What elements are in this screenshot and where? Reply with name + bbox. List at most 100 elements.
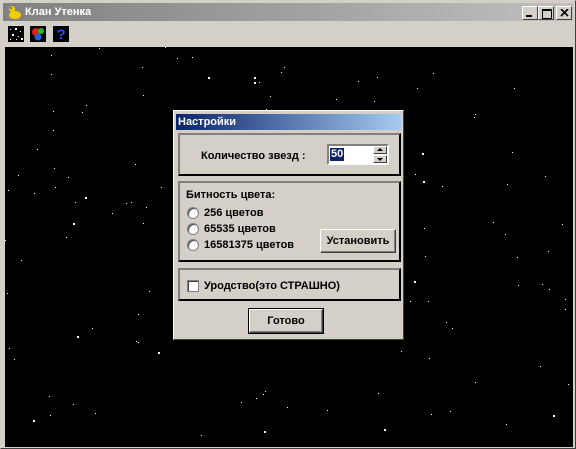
- star: [422, 153, 424, 155]
- stars-button[interactable]: [8, 26, 24, 42]
- star: [55, 187, 56, 188]
- option-16581375-label[interactable]: 16581375 цветов: [204, 239, 294, 252]
- star: [450, 411, 451, 412]
- minimize-icon: [526, 15, 532, 17]
- star: [66, 237, 67, 238]
- radio-16581375[interactable]: [187, 239, 199, 251]
- done-button[interactable]: Готово: [248, 308, 324, 334]
- star: [7, 293, 8, 294]
- star: [505, 234, 506, 235]
- star: [8, 190, 9, 191]
- maximize-button[interactable]: [538, 6, 554, 20]
- star: [51, 55, 52, 56]
- arrow-up-icon: [377, 148, 383, 151]
- star: [112, 213, 113, 214]
- star: [37, 149, 38, 150]
- star: [493, 222, 494, 223]
- star: [507, 184, 508, 185]
- star: [423, 181, 425, 183]
- star: [75, 202, 76, 203]
- star: [143, 223, 144, 224]
- spin-up-button[interactable]: [373, 146, 387, 154]
- star: [327, 410, 328, 411]
- star: [146, 207, 147, 208]
- stars-count-spinner[interactable]: 50: [327, 144, 389, 165]
- radio-65535[interactable]: [187, 223, 199, 235]
- ugly-group: Уродство(это СТРАШНО): [178, 268, 401, 301]
- star: [514, 88, 515, 89]
- colors-icon: [30, 26, 46, 42]
- app-window: Клан Утенка ? Настройки Количество звезд…: [0, 0, 576, 449]
- star: [18, 175, 19, 176]
- help-icon: ?: [53, 26, 69, 42]
- star: [92, 328, 93, 329]
- star: [417, 88, 418, 89]
- star: [548, 251, 549, 252]
- star: [442, 186, 443, 187]
- star: [177, 58, 178, 59]
- window-title: Клан Утенка: [25, 6, 92, 18]
- dialog-title[interactable]: Настройки: [176, 114, 401, 130]
- star: [384, 429, 386, 431]
- colors-button[interactable]: [30, 26, 46, 42]
- star: [506, 424, 507, 425]
- spin-down-button[interactable]: [373, 155, 387, 163]
- star: [433, 73, 434, 74]
- star: [149, 291, 150, 292]
- star: [542, 284, 543, 285]
- star: [565, 299, 566, 300]
- star: [136, 341, 137, 342]
- star: [565, 309, 566, 310]
- option-65535-label[interactable]: 65535 цветов: [204, 223, 276, 236]
- option-256-label[interactable]: 256 цветов: [204, 207, 264, 220]
- help-button[interactable]: ?: [53, 26, 69, 42]
- star: [68, 177, 69, 178]
- star: [135, 164, 136, 165]
- title-bar[interactable]: Клан Утенка: [3, 3, 573, 21]
- stars-icon: [8, 26, 24, 42]
- star: [53, 130, 54, 131]
- minimize-button[interactable]: [522, 6, 538, 20]
- star: [415, 174, 416, 175]
- star: [265, 391, 266, 392]
- star: [33, 420, 35, 422]
- star: [475, 382, 476, 383]
- star: [553, 415, 555, 417]
- close-button[interactable]: [556, 6, 572, 20]
- star: [161, 187, 162, 188]
- star: [126, 203, 127, 204]
- star: [5, 240, 6, 241]
- star: [377, 77, 378, 78]
- stars-count-label: Количество звезд :: [201, 150, 306, 162]
- close-icon: [560, 9, 569, 17]
- star: [414, 281, 416, 283]
- star: [264, 431, 266, 433]
- star: [77, 336, 79, 338]
- star: [401, 351, 402, 352]
- star: [545, 176, 546, 177]
- star: [73, 404, 74, 405]
- ugly-label[interactable]: Уродство(это СТРАШНО): [204, 280, 340, 293]
- star: [53, 111, 54, 112]
- star: [517, 257, 518, 258]
- stars-count-value[interactable]: 50: [330, 148, 345, 161]
- star: [73, 223, 75, 225]
- star: [54, 168, 55, 169]
- star: [99, 48, 100, 49]
- arrow-down-icon: [377, 158, 383, 161]
- ugly-checkbox[interactable]: [187, 280, 199, 292]
- apply-button[interactable]: Установить: [320, 229, 396, 253]
- star: [259, 82, 260, 83]
- star: [208, 77, 210, 79]
- star: [34, 193, 35, 194]
- star: [143, 95, 144, 96]
- star: [378, 393, 379, 394]
- star: [429, 358, 430, 359]
- radio-256[interactable]: [187, 207, 199, 219]
- star: [446, 322, 447, 323]
- star: [138, 314, 139, 315]
- star: [512, 152, 513, 153]
- star: [474, 117, 475, 118]
- star: [475, 114, 476, 115]
- star: [165, 47, 166, 48]
